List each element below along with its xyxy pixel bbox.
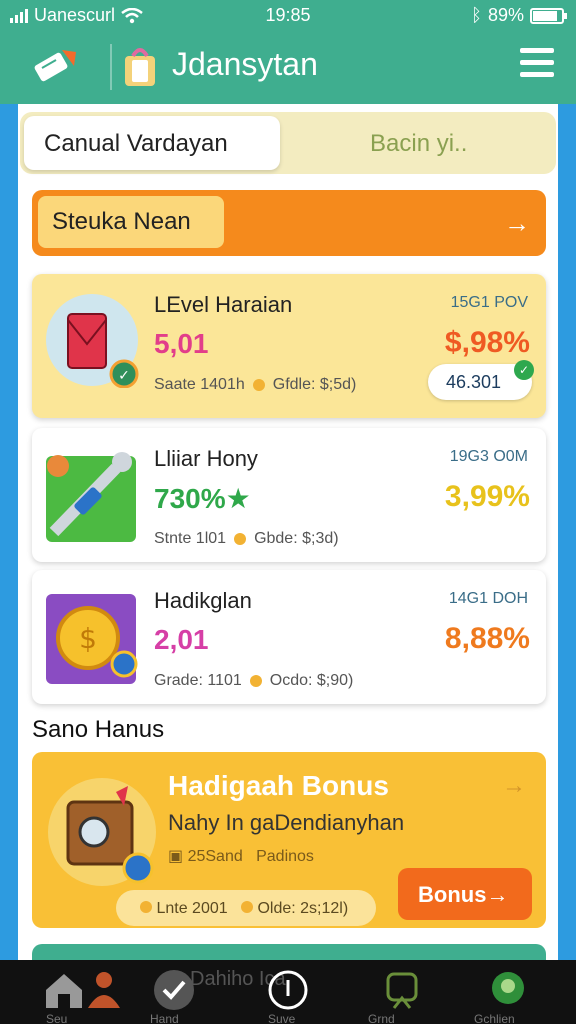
bottom-nav: Dahiho Ica Seu Hand Suve Grnd Gchlien — [0, 960, 576, 1024]
list-item[interactable]: $ Hadikglan 2,01 Grade: 1101 Ocdo: $;90)… — [32, 570, 546, 704]
status-right: ᛒ 89% — [471, 5, 567, 26]
account-icon[interactable] — [486, 968, 530, 1012]
ticket-icon[interactable] — [32, 44, 80, 88]
item-value: 5,01 — [154, 328, 209, 359]
featured-banner-label: Steuka Nean — [38, 196, 224, 248]
bonus-meta-a: 25Sand — [187, 848, 243, 865]
nav-label: Hand — [150, 1012, 179, 1024]
item-meta-b: Gfdle: $;5d) — [272, 376, 357, 393]
app-title: Jdansytan — [172, 46, 318, 82]
main-panel: Canual Vardayan Bacin yi.. Steuka Nean →… — [18, 104, 558, 960]
nav-label: Grnd — [368, 1012, 395, 1024]
coin-icon — [249, 675, 262, 687]
item-name: Hadikglan — [154, 588, 252, 613]
shopping-bag-icon — [125, 48, 155, 86]
svg-text:$: $ — [79, 622, 97, 655]
nav-label: Suve — [268, 1012, 296, 1024]
tab-inactive[interactable]: Bacin yi.. — [370, 130, 467, 158]
item-percent: 8,88% — [444, 622, 530, 655]
treasure-book-icon — [48, 778, 156, 886]
arrow-right-icon: → — [502, 772, 526, 799]
bonus-button[interactable]: Bonus→ — [398, 868, 532, 920]
tab-bar: Canual Vardayan Bacin yi.. — [20, 112, 556, 174]
home-icon[interactable] — [42, 968, 86, 1012]
item-time: 14G1 DOH — [448, 590, 528, 607]
gift-icon: ▣ — [168, 848, 184, 865]
top-bar: Uanescurl 19:85 ᛒ 89% Jdansytan — [0, 0, 576, 104]
app-header: Jdansytan — [0, 30, 576, 104]
battery-icon — [530, 7, 567, 24]
item-meta: Stnte 1l01 Gbde: $;3d) — [154, 530, 339, 548]
bonus-footer: Lnte 2001 Olde: 2s;12l) — [116, 890, 376, 926]
arrow-right-icon: → — [504, 208, 530, 238]
section-title: Sano Hanus — [32, 716, 165, 743]
item-meta-b: Gbde: $;3d) — [254, 530, 339, 547]
item-percent: $,98% — [444, 326, 530, 359]
featured-banner[interactable]: Steuka Nean → — [32, 190, 546, 256]
bonus-subtitle: Nahy In gaDendianyhan — [168, 810, 405, 835]
coin-icon — [240, 901, 253, 913]
bonus-card[interactable]: Hadigaah Bonus Nahy In gaDendianyhan ▣ 2… — [32, 752, 546, 928]
nav-label: Seu — [46, 1012, 68, 1024]
bluetooth-icon: ᛒ — [471, 5, 482, 25]
battery-percent: 89% — [487, 5, 524, 25]
person-icon[interactable] — [82, 968, 126, 1012]
item-pill-value: 46.301 — [446, 372, 502, 392]
status-bar: Uanescurl 19:85 ᛒ 89% — [0, 0, 576, 30]
item-meta-a: Saate 1401h — [154, 376, 245, 393]
gold-coin-icon: $ — [46, 594, 138, 684]
list-item[interactable]: Lliiar Hony 730%★ Stnte 1l01 Gbde: $;3d)… — [32, 428, 546, 562]
nav-label: Gchlien — [474, 1012, 515, 1024]
item-pill[interactable]: 46.301 ✓ — [428, 360, 534, 400]
item-meta-b: Ocdo: $;90) — [269, 672, 354, 689]
check-icon: ✓ — [514, 360, 534, 380]
coin-icon — [234, 533, 247, 545]
tab-active[interactable]: Canual Vardayan — [24, 116, 280, 170]
item-value: 2,01 — [154, 624, 209, 655]
hamburger-menu-icon[interactable] — [520, 48, 554, 78]
envelope-icon: ✓ — [46, 294, 139, 388]
headset-icon[interactable] — [380, 968, 424, 1012]
item-name: LEvel Haraian — [154, 292, 293, 317]
item-time: 15G1 POV — [450, 294, 528, 311]
item-meta: Grade: 1101 Ocdo: $;90) — [154, 672, 353, 690]
header-divider — [110, 44, 112, 90]
coin-icon — [252, 379, 265, 391]
bonus-meta-b: Padinos — [256, 848, 314, 865]
bonus-meta: ▣ 25Sand Padinos — [168, 846, 314, 866]
item-time: 19G3 O0M — [449, 448, 528, 465]
svg-text:✓: ✓ — [118, 368, 130, 384]
bonus-title: Hadigaah Bonus — [168, 770, 389, 801]
list-item[interactable]: ✓ LEvel Haraian 5,01 Saate 1401h Gfdle: … — [32, 274, 546, 418]
next-card-peek — [32, 944, 546, 960]
item-meta-a: Stnte 1l01 — [154, 530, 227, 547]
item-meta-a: Grade: 1101 — [154, 672, 242, 689]
item-value: 730%★ — [154, 483, 251, 514]
info-icon[interactable] — [266, 968, 310, 1012]
item-meta: Saate 1401h Gfdle: $;5d) — [154, 376, 356, 394]
item-name: Lliiar Hony — [154, 446, 258, 471]
wrench-icon — [46, 452, 136, 542]
bonus-foot-b: Olde: 2s;12l) — [257, 900, 349, 917]
coin-icon — [140, 901, 152, 913]
item-percent: 3,99% — [444, 480, 530, 513]
check-circle-icon[interactable] — [152, 968, 196, 1012]
bonus-foot-a: Lnte 2001 — [156, 900, 228, 917]
